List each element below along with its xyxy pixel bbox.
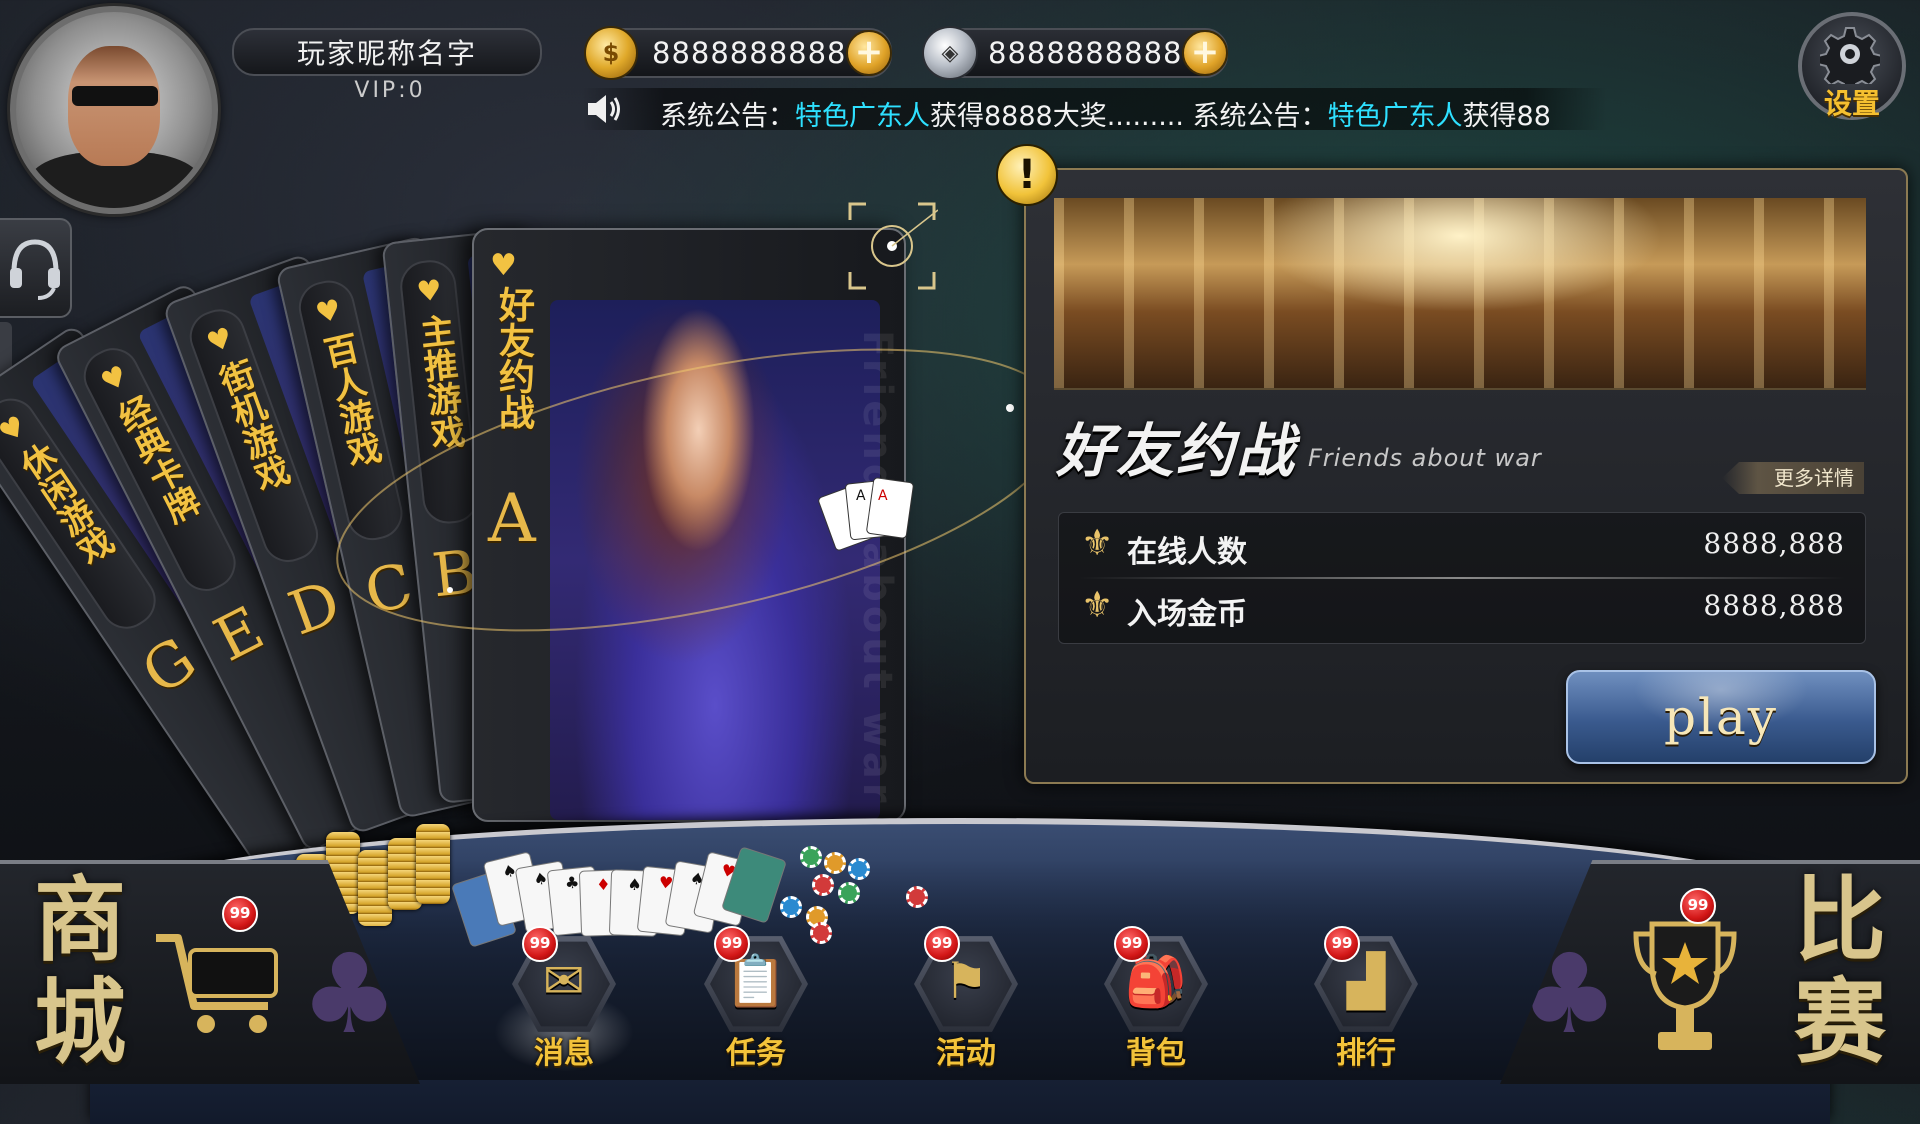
match-badge: 99 <box>1680 888 1716 924</box>
coin-stack <box>358 850 392 926</box>
nav-tasks[interactable]: 📋 任务 99 <box>696 926 816 1072</box>
match-label-top: 比 <box>1793 867 1886 974</box>
nav-badge: 99 <box>714 926 750 962</box>
panel-stats: ⚜ 在线人数 8888,888 ⚜ 入场金币 8888,888 <box>1058 512 1866 644</box>
nav-backpack[interactable]: 🎒 背包 99 <box>1096 926 1216 1072</box>
notice-name-2: 特色广东人 <box>1327 101 1463 132</box>
stat-label: 入场金币 <box>1127 597 1247 632</box>
play-button[interactable]: play <box>1566 670 1876 764</box>
speaker-icon <box>588 95 620 123</box>
nav-events[interactable]: ⚑ 活动 99 <box>906 926 1026 1072</box>
poker-chip <box>906 886 928 908</box>
fleur-de-lis-icon: ⚜ <box>1081 585 1114 626</box>
nav-label: 排行 <box>1336 1036 1396 1071</box>
backpack-icon: 🎒 <box>1124 952 1188 1010</box>
trophy-icon[interactable] <box>1630 912 1740 1062</box>
nav-badge: 99 <box>1114 926 1150 962</box>
nav-badge: 99 <box>522 926 558 962</box>
category-letter: A <box>488 480 536 557</box>
nav-label: 背包 <box>1126 1036 1186 1071</box>
nav-messages[interactable]: ✉ 消息 99 <box>494 926 634 1072</box>
stat-value: 8888,888 <box>1703 589 1845 622</box>
category-letter: E <box>203 593 275 676</box>
heart-icon: ♥ <box>490 248 517 283</box>
player-nickname-text: 玩家昵称名字 <box>296 37 477 70</box>
gold-balance: $ 8888888888 + <box>584 26 892 80</box>
shopping-cart-icon[interactable] <box>150 920 290 1040</box>
shop-label-top: 商 <box>33 867 126 974</box>
diamond-balance: ◈ 8888888888 + <box>922 26 1228 80</box>
notice-prefix-1: 系统公告： <box>660 101 795 132</box>
coin-stack <box>416 824 450 904</box>
poker-chip <box>780 896 802 918</box>
more-details-button[interactable]: 更多详情 <box>1722 462 1864 494</box>
category-title: 好友约战 <box>493 286 534 430</box>
poker-chip <box>848 858 870 880</box>
category-title: 百人游戏 <box>314 329 385 472</box>
category-letter: C <box>358 550 420 629</box>
nav-badge: 99 <box>1324 926 1360 962</box>
nav-label: 活动 <box>936 1036 996 1071</box>
stat-label: 在线人数 <box>1127 535 1247 570</box>
card-watermark-text: Friends about war <box>854 330 900 807</box>
alert-icon[interactable]: ! <box>996 144 1058 206</box>
card-label-pill: ♥ 主推游戏 <box>397 257 481 527</box>
panel-title: 好友约战 <box>1056 417 1297 485</box>
shop-label-bottom: 城 <box>33 969 126 1076</box>
category-letter: D <box>280 567 350 650</box>
gold-coin-icon: $ <box>584 26 638 80</box>
shop-badge: 99 <box>222 896 258 932</box>
add-diamond-button[interactable]: + <box>1182 30 1228 76</box>
target-reticle-icon <box>848 202 938 290</box>
silver-coin-icon: ◈ <box>922 26 978 80</box>
poker-chip <box>812 874 834 896</box>
panel-subtitle: Friends about war <box>1308 444 1542 472</box>
podium-icon: ▟ <box>1346 952 1386 1010</box>
clipboard-icon: 📋 <box>724 952 788 1010</box>
heart-icon: ♥ <box>95 358 133 400</box>
headset-icon <box>10 239 60 300</box>
system-notice-bar: 系统公告：特色广东人获得8888大奖......... 系统公告：特色广东人获得… <box>582 88 1607 133</box>
match-label-bottom: 赛 <box>1793 969 1886 1076</box>
poker-chip <box>824 852 846 874</box>
nav-label: 消息 <box>534 1036 594 1071</box>
notice-prefix-2: 系统公告： <box>1183 101 1328 132</box>
notice-text: 系统公告：特色广东人获得8888大奖......... 系统公告：特色广东人获得… <box>660 94 1551 133</box>
vip-level: VIP:0 <box>354 78 426 103</box>
nav-badge: 99 <box>924 926 960 962</box>
avatar-face <box>68 46 160 166</box>
customer-service-tab[interactable] <box>0 218 72 318</box>
casino-hall-image <box>1054 198 1866 390</box>
stat-row-online: ⚜ 在线人数 8888,888 <box>1059 513 1865 575</box>
notice-name-1: 特色广东人 <box>795 101 930 132</box>
gear-icon <box>1820 27 1880 84</box>
player-avatar[interactable] <box>10 6 218 214</box>
heart-icon: ♥ <box>415 273 444 309</box>
flag-icon: ⚑ <box>943 952 989 1010</box>
category-card-a-selected[interactable]: A A ♥ 好友约战 A Friends about war <box>472 228 914 822</box>
notice-msg-1: 获得8888大奖......... <box>930 101 1184 132</box>
nav-ranking[interactable]: ▟ 排行 99 <box>1306 926 1426 1072</box>
avatar-sunglasses <box>72 86 158 106</box>
nav-label: 任务 <box>726 1036 786 1071</box>
diamond-amount: 8888888888 <box>988 36 1183 70</box>
heart-icon: ♥ <box>312 292 345 331</box>
notice-msg-2: 获得88 <box>1462 101 1551 132</box>
poker-chip <box>800 846 822 868</box>
settings-label: 设置 <box>1824 87 1881 120</box>
stat-row-entry-gold: ⚜ 入场金币 8888,888 <box>1059 575 1865 637</box>
envelope-icon: ✉ <box>543 952 585 1010</box>
heart-icon: ♥ <box>202 320 238 360</box>
add-gold-button[interactable]: + <box>846 30 892 76</box>
card-spread: ♠ ♠ ♣ ♦ ♠ ♥ ♠ ♥ <box>450 846 928 948</box>
gold-amount: 8888888888 <box>652 36 847 70</box>
fleur-de-lis-icon: ⚜ <box>1081 523 1114 564</box>
poker-chip <box>838 882 860 904</box>
heart-icon: ♥ <box>0 408 33 450</box>
category-title: 主推游戏 <box>412 312 467 452</box>
settings-button[interactable]: 设置 <box>1798 12 1906 120</box>
stat-value: 8888,888 <box>1703 527 1845 560</box>
hostess-portrait: A A <box>550 300 914 820</box>
player-nickname[interactable]: 玩家昵称名字 <box>232 28 542 76</box>
